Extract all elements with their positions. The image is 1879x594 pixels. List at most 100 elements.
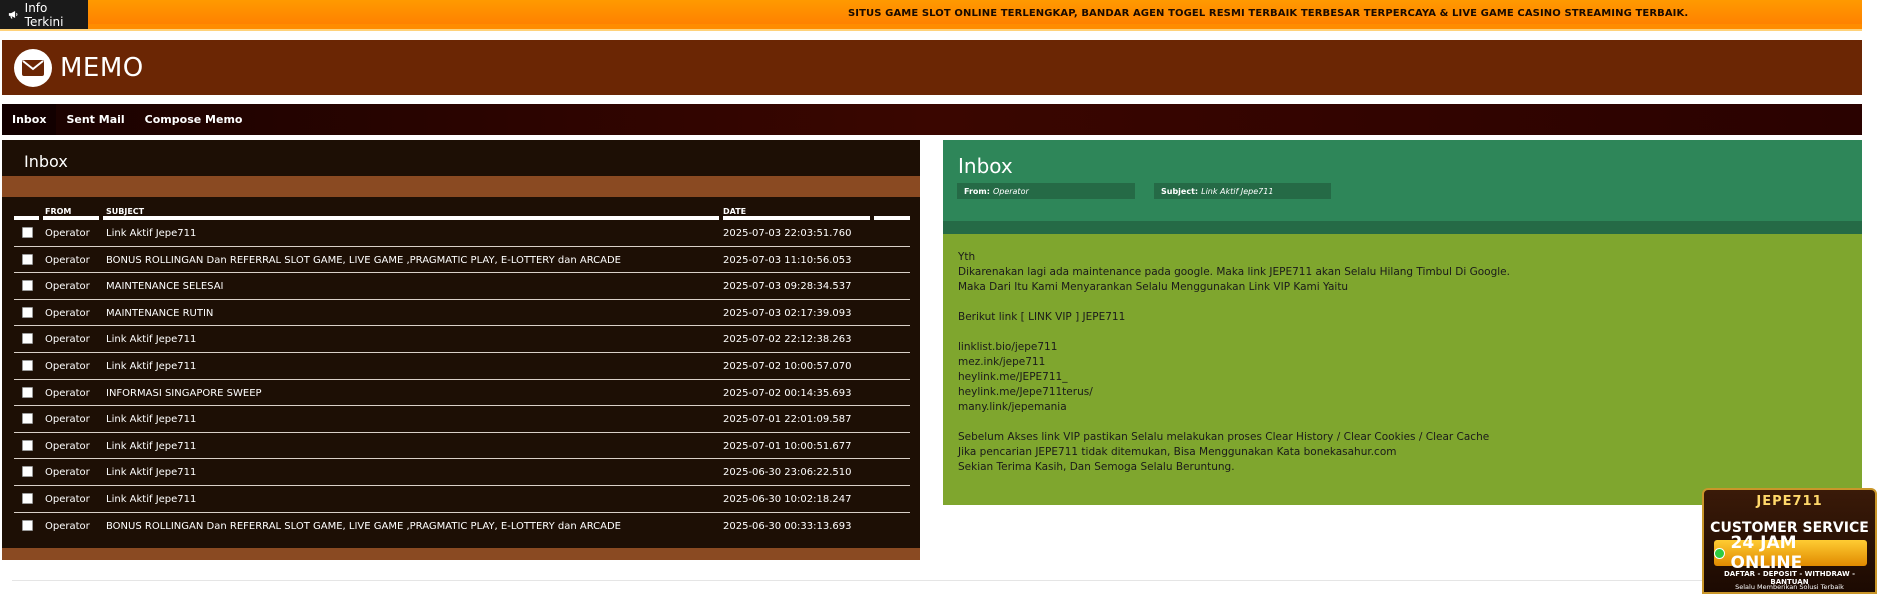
envelope-icon bbox=[14, 48, 52, 87]
mail-from: Operator bbox=[45, 281, 90, 293]
megaphone-icon bbox=[8, 10, 18, 19]
table-row[interactable]: Operator Link Aktif Jepe711 2025-07-03 22:… bbox=[14, 220, 910, 247]
row-checkbox[interactable] bbox=[22, 413, 33, 425]
mail-from: Operator bbox=[45, 414, 90, 426]
mail-date: 2025-06-30 23:06:22.510 bbox=[723, 467, 852, 479]
mail-subject[interactable]: BONUS ROLLINGAN Dan REFERRAL SLOT GAME, … bbox=[106, 255, 621, 266]
ticker-underline bbox=[0, 24, 1862, 31]
table-row[interactable]: Operator BONUS ROLLINGAN Dan REFERRAL SLO… bbox=[14, 247, 910, 274]
online-text: 24 JAM ONLINE bbox=[1730, 533, 1803, 573]
tab-inbox[interactable]: Inbox bbox=[2, 104, 57, 135]
row-checkbox[interactable] bbox=[22, 359, 33, 371]
mail-from: Operator bbox=[45, 228, 90, 239]
row-checkbox[interactable] bbox=[22, 253, 33, 265]
online-banner: 24 JAM ONLINE bbox=[1714, 533, 1867, 573]
column-date[interactable]: DATE bbox=[723, 207, 746, 216]
table-row[interactable]: Operator MAINTENANCE RUTIN 2025-07-03 02:1… bbox=[14, 300, 910, 327]
inbox-footer bbox=[2, 548, 920, 560]
tab-sent-mail[interactable]: Sent Mail bbox=[56, 104, 134, 135]
mail-from: Operator bbox=[45, 520, 90, 532]
ticker-text: SITUS GAME SLOT ONLINE TERLENGKAP, BANDA… bbox=[848, 8, 1689, 19]
memo-header: MEMO bbox=[2, 40, 1862, 95]
message-body: Yth Dikarenakan lagi ada maintenance pad… bbox=[958, 251, 1510, 473]
mail-subject[interactable]: INFORMASI SINGAPORE SWEEP bbox=[106, 388, 262, 399]
table-row[interactable]: Operator Link Aktif Jepe711 2025-06-30 23:… bbox=[14, 459, 910, 486]
inbox-title: Inbox bbox=[24, 152, 68, 171]
table-row[interactable]: Operator Link Aktif Jepe711 2025-07-01 10:… bbox=[14, 433, 910, 460]
brand-logo: JEPE711 bbox=[1756, 494, 1823, 509]
table-row[interactable]: Operator INFORMASI SINGAPORE SWEEP 2025-07… bbox=[14, 380, 910, 407]
mail-subject[interactable]: Link Aktif Jepe711 bbox=[106, 334, 196, 345]
divider bbox=[12, 580, 1702, 581]
message-header bbox=[943, 140, 1862, 221]
row-checkbox[interactable] bbox=[22, 386, 33, 398]
mail-from: Operator bbox=[45, 440, 90, 452]
mail-from: Operator bbox=[45, 254, 90, 266]
mail-from: Operator bbox=[45, 334, 90, 346]
column-from[interactable]: FROM bbox=[45, 207, 71, 216]
ticker-label: Info Terkini bbox=[24, 0, 64, 29]
mail-from: Operator bbox=[45, 467, 90, 479]
mail-subject[interactable]: Link Aktif Jepe711 bbox=[106, 228, 196, 239]
mail-subject[interactable]: Link Aktif Jepe711 bbox=[106, 467, 196, 478]
row-checkbox[interactable] bbox=[22, 227, 33, 238]
mail-subject[interactable]: BONUS ROLLINGAN Dan REFERRAL SLOT GAME, … bbox=[106, 521, 621, 532]
mail-subject[interactable]: MAINTENANCE SELESAI bbox=[106, 281, 224, 292]
page-title: MEMO bbox=[60, 52, 144, 83]
mail-subject[interactable]: Link Aktif Jepe711 bbox=[106, 414, 196, 425]
table-row[interactable]: Operator Link Aktif Jepe711 2025-06-30 10:… bbox=[14, 486, 910, 513]
row-checkbox[interactable] bbox=[22, 306, 33, 318]
tab-compose-memo[interactable]: Compose Memo bbox=[135, 104, 253, 135]
inbox-panel: Inbox FROM SUBJECT DATE Operator Link Akt… bbox=[2, 140, 920, 560]
mail-date: 2025-07-03 09:28:34.537 bbox=[723, 281, 852, 293]
mail-subject[interactable]: Link Aktif Jepe711 bbox=[106, 361, 196, 372]
column-subject[interactable]: SUBJECT bbox=[106, 207, 144, 216]
row-checkbox[interactable] bbox=[22, 492, 33, 504]
message-header-strip bbox=[943, 221, 1862, 234]
mail-rows: Operator Link Aktif Jepe711 2025-07-03 22:… bbox=[14, 220, 910, 539]
message-from: From: Operator bbox=[957, 183, 1135, 199]
row-checkbox[interactable] bbox=[22, 333, 33, 345]
row-checkbox[interactable] bbox=[22, 439, 33, 451]
table-row[interactable]: Operator BONUS ROLLINGAN Dan REFERRAL SLO… bbox=[14, 513, 910, 540]
message-title: Inbox bbox=[958, 154, 1013, 178]
mail-from: Operator bbox=[45, 493, 90, 505]
table-row[interactable]: Operator Link Aktif Jepe711 2025-07-01 22:… bbox=[14, 406, 910, 433]
message-subject: Subject: Link Aktif Jepe711 bbox=[1154, 183, 1331, 199]
from-value: Operator bbox=[992, 186, 1029, 196]
mail-date: 2025-07-02 22:12:38.263 bbox=[723, 334, 852, 346]
mail-date: 2025-06-30 10:02:18.247 bbox=[723, 493, 852, 505]
mail-date: 2025-06-30 00:33:13.693 bbox=[723, 520, 852, 532]
subject-value: Link Aktif Jepe711 bbox=[1201, 186, 1274, 196]
table-row[interactable]: Operator Link Aktif Jepe711 2025-07-02 10:… bbox=[14, 353, 910, 380]
ticker-label-box: Info Terkini bbox=[0, 0, 88, 29]
subject-label: Subject: bbox=[1161, 186, 1199, 196]
mail-table: FROM SUBJECT DATE Operator Link Aktif Jep… bbox=[14, 202, 910, 539]
memo-tabs: Inbox Sent Mail Compose Memo bbox=[2, 104, 1862, 135]
mail-date: 2025-07-01 10:00:51.677 bbox=[723, 440, 852, 452]
customer-service-badge[interactable]: JEPE711 CUSTOMER SERVICE 24 JAM ONLINE D… bbox=[1702, 488, 1877, 594]
mail-subject[interactable]: Link Aktif Jepe711 bbox=[106, 494, 196, 505]
mail-subject[interactable]: Link Aktif Jepe711 bbox=[106, 441, 196, 452]
inbox-strip bbox=[2, 176, 920, 197]
message-panel: Inbox From: Operator Subject: Link Aktif… bbox=[943, 140, 1862, 505]
row-checkbox[interactable] bbox=[22, 280, 33, 292]
row-checkbox[interactable] bbox=[22, 519, 33, 531]
cs-tagline: Selalu Memberikan Solusi Terbaik bbox=[1735, 583, 1844, 591]
mail-subject[interactable]: MAINTENANCE RUTIN bbox=[106, 308, 213, 319]
mail-from: Operator bbox=[45, 360, 90, 372]
mail-date: 2025-07-02 10:00:57.070 bbox=[723, 360, 852, 372]
mail-from: Operator bbox=[45, 307, 90, 319]
from-label: From: bbox=[964, 186, 990, 196]
table-header: FROM SUBJECT DATE bbox=[14, 202, 910, 220]
mail-date: 2025-07-03 02:17:39.093 bbox=[723, 307, 852, 319]
mail-date: 2025-07-03 22:03:51.760 bbox=[723, 228, 852, 239]
mail-date: 2025-07-02 00:14:35.693 bbox=[723, 387, 852, 399]
table-row[interactable]: Operator Link Aktif Jepe711 2025-07-02 22:… bbox=[14, 326, 910, 353]
row-checkbox[interactable] bbox=[22, 466, 33, 478]
mail-from: Operator bbox=[45, 387, 90, 399]
online-status-icon bbox=[1714, 547, 1725, 559]
table-row[interactable]: Operator MAINTENANCE SELESAI 2025-07-03 09… bbox=[14, 273, 910, 300]
mail-date: 2025-07-03 11:10:56.053 bbox=[723, 254, 852, 266]
mail-date: 2025-07-01 22:01:09.587 bbox=[723, 414, 852, 426]
